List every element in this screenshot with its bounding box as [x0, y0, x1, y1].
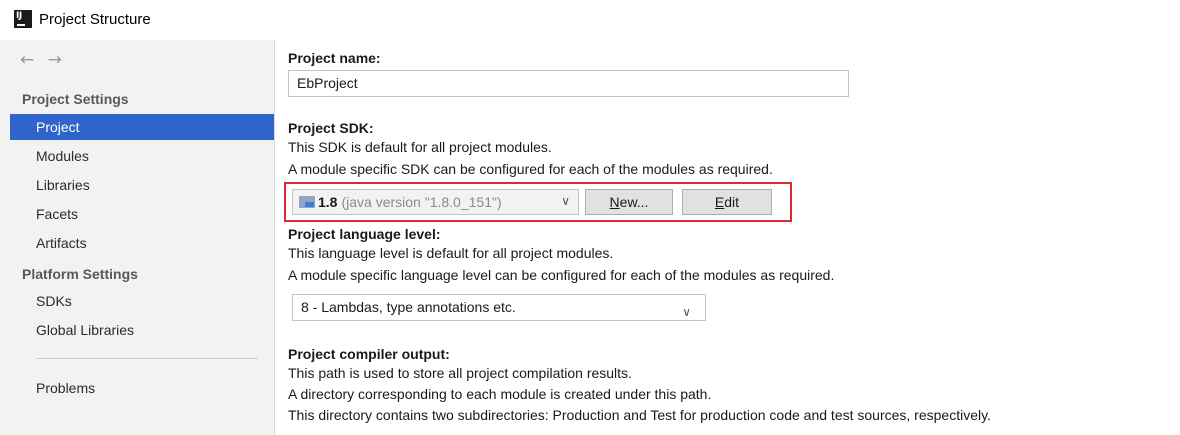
language-level-description-line2: A module specific language level can be … — [288, 267, 835, 283]
sdk-description-line2: A module specific SDK can be configured … — [288, 161, 773, 177]
project-settings-panel: Project name: EbProject Project SDK: Thi… — [276, 40, 1180, 435]
group-title-project-settings: Project Settings — [22, 91, 129, 107]
sidebar-item-libraries[interactable]: Libraries — [10, 172, 274, 198]
new-sdk-button[interactable]: New... — [585, 189, 673, 215]
compiler-output-description-line3: This directory contains two subdirectori… — [288, 407, 991, 423]
project-name-label: Project name: — [288, 50, 381, 66]
chevron-down-icon: ∨ — [561, 194, 570, 208]
sdk-description-line1: This SDK is default for all project modu… — [288, 139, 552, 155]
sidebar-item-artifacts[interactable]: Artifacts — [10, 230, 274, 256]
language-level-dropdown[interactable]: 8 - Lambdas, type annotations etc. ∨ — [292, 294, 706, 321]
language-level-description-line1: This language level is default for all p… — [288, 245, 614, 261]
sidebar-item-problems[interactable]: Problems — [10, 375, 274, 401]
group-title-platform-settings: Platform Settings — [22, 266, 138, 282]
back-arrow-icon[interactable]: ← — [20, 50, 34, 70]
sdk-version: 1.8 — [318, 194, 338, 210]
sdk-dropdown[interactable]: 1.8 (java version "1.8.0_151") ∨ — [292, 189, 579, 215]
project-sdk-label: Project SDK: — [288, 120, 374, 136]
language-level-label: Project language level: — [288, 226, 441, 242]
window-title: Project Structure — [39, 10, 151, 28]
project-name-input[interactable]: EbProject — [288, 70, 849, 97]
compiler-output-description-line2: A directory corresponding to each module… — [288, 386, 712, 402]
sidebar-item-sdks[interactable]: SDKs — [10, 288, 274, 314]
compiler-output-description-line1: This path is used to store all project c… — [288, 365, 632, 381]
compiler-output-label: Project compiler output: — [288, 346, 450, 362]
logo-text: IJ — [16, 11, 22, 21]
sidebar-item-project[interactable]: Project — [10, 114, 274, 140]
nav-arrows: ← → — [20, 50, 70, 70]
edit-sdk-button[interactable]: Edit — [682, 189, 772, 215]
title-bar: IJ Project Structure — [0, 0, 1180, 38]
forward-arrow-icon[interactable]: → — [48, 50, 62, 70]
sdk-version-detail: (java version "1.8.0_151") — [341, 194, 502, 210]
intellij-logo-icon: IJ — [14, 10, 32, 28]
sidebar-item-facets[interactable]: Facets — [10, 201, 274, 227]
sdk-folder-icon — [299, 196, 315, 208]
sidebar-item-global-libraries[interactable]: Global Libraries — [10, 317, 274, 343]
language-level-value: 8 - Lambdas, type annotations etc. — [301, 299, 516, 315]
sidebar-divider — [36, 358, 258, 359]
sidebar-item-modules[interactable]: Modules — [10, 143, 274, 169]
chevron-down-icon: ∨ — [682, 305, 691, 319]
sidebar: ← → Project Settings Project Modules Lib… — [0, 40, 275, 435]
